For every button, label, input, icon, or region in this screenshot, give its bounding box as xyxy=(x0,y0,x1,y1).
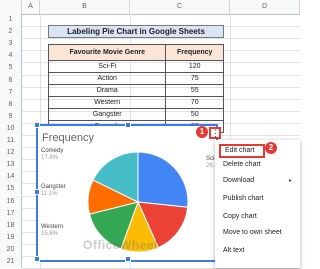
cell-genre[interactable]: Action xyxy=(47,72,167,85)
label-western: Western 15.6% xyxy=(41,224,63,238)
row-header-7[interactable]: 7 xyxy=(0,86,22,99)
cell-frequency[interactable]: 120 xyxy=(165,60,224,73)
pie-slice-scifi[interactable] xyxy=(137,151,189,208)
column-header-c[interactable]: C xyxy=(130,0,230,14)
corner-cell[interactable] xyxy=(0,0,22,14)
row-header-8[interactable]: 8 xyxy=(0,98,22,111)
chart-context-menu: Edit chart Delete chart Download ▸ Publi… xyxy=(215,140,300,268)
table-row: Western 70 xyxy=(47,96,224,109)
label-comedy-name: Comedy xyxy=(41,148,64,154)
step-badge-1: 1 xyxy=(196,126,208,138)
cell-genre[interactable]: Western xyxy=(47,96,167,109)
table-row: Drama 55 xyxy=(47,84,224,97)
label-western-name: Western xyxy=(41,224,64,230)
menu-item-move-to-own-sheet[interactable]: Move to own sheet xyxy=(215,226,300,240)
label-gangster: Gangster 11.1% xyxy=(41,184,66,198)
chart-more-options-button[interactable]: ⋮ xyxy=(209,127,221,139)
resize-handle[interactable] xyxy=(34,189,40,195)
row-header-17[interactable]: 17 xyxy=(0,207,22,220)
cell-genre[interactable]: Gangster xyxy=(47,108,167,121)
data-table: Favourite Movie Genre Frequency Sci-Fi 12… xyxy=(47,44,224,133)
column-header-bar: A B C D xyxy=(0,0,300,15)
resize-handle[interactable] xyxy=(34,122,40,128)
label-gangster-name: Gangster xyxy=(41,184,66,190)
resize-handle[interactable] xyxy=(125,256,131,262)
row-header-16[interactable]: 16 xyxy=(0,195,22,208)
row-header-3[interactable]: 3 xyxy=(0,38,22,51)
watermark: OfficeWheel xyxy=(83,238,158,252)
sheet-title-cell[interactable]: Labeling Pie Chart in Google Sheets xyxy=(48,25,224,38)
row-header-19[interactable]: 19 xyxy=(0,231,22,244)
row-header-12[interactable]: 12 xyxy=(0,147,22,160)
menu-item-download[interactable]: Download ▸ xyxy=(215,174,300,188)
label-western-pct: 15.6% xyxy=(41,231,59,237)
submenu-arrow-icon: ▸ xyxy=(288,178,292,184)
column-header-a[interactable]: A xyxy=(22,0,40,14)
resize-handle[interactable] xyxy=(125,122,131,128)
label-comedy: Comedy 17.8% xyxy=(41,148,63,162)
cell-frequency[interactable]: 50 xyxy=(165,108,224,121)
chart-title: Frequency xyxy=(42,132,94,144)
table-header-row: Favourite Movie Genre Frequency xyxy=(47,44,224,61)
row-header-6[interactable]: 6 xyxy=(0,74,22,87)
row-header-13[interactable]: 13 xyxy=(0,159,22,172)
cell-genre[interactable]: Drama xyxy=(47,84,167,97)
row-header-4[interactable]: 4 xyxy=(0,50,22,63)
grid-line xyxy=(22,38,300,40)
row-header-2[interactable]: 2 xyxy=(0,26,22,39)
cell-genre[interactable]: Sci-Fi xyxy=(47,60,167,73)
row-header-9[interactable]: 9 xyxy=(0,110,22,123)
row-header-15[interactable]: 15 xyxy=(0,183,22,196)
table-row: Action 75 xyxy=(47,72,224,85)
label-gangster-pct: 11.1% xyxy=(41,191,58,197)
row-header-1[interactable]: 1 xyxy=(0,14,22,27)
menu-item-delete-chart[interactable]: Delete chart xyxy=(215,158,300,172)
row-header-20[interactable]: 20 xyxy=(0,243,22,256)
column-header-d[interactable]: D xyxy=(230,0,300,14)
row-header-10[interactable]: 10 xyxy=(0,122,22,135)
column-header-b[interactable]: B xyxy=(40,0,130,14)
header-frequency[interactable]: Frequency xyxy=(165,44,224,61)
step-badge-2: 2 xyxy=(265,142,277,154)
pie-chart-object[interactable]: Frequency Comedy 17.8% Gangster 11.1% We… xyxy=(34,122,218,262)
label-comedy-pct: 17.8% xyxy=(41,155,59,161)
row-header-14[interactable]: 14 xyxy=(0,171,22,184)
resize-handle[interactable] xyxy=(34,256,40,262)
menu-item-publish-chart[interactable]: Publish chart xyxy=(215,192,300,206)
row-header-11[interactable]: 11 xyxy=(0,135,22,148)
table-row: Sci-Fi 120 xyxy=(47,60,224,73)
row-header-5[interactable]: 5 xyxy=(0,62,22,75)
row-header-21[interactable]: 21 xyxy=(0,256,22,269)
menu-item-edit-chart[interactable]: Edit chart xyxy=(219,144,265,158)
menu-item-copy-chart[interactable]: Copy chart xyxy=(215,210,300,224)
menu-item-download-label: Download xyxy=(223,177,255,184)
cell-frequency[interactable]: 75 xyxy=(165,72,224,85)
cell-frequency[interactable]: 55 xyxy=(165,84,224,97)
cell-frequency[interactable]: 70 xyxy=(165,96,224,109)
header-genre[interactable]: Favourite Movie Genre xyxy=(47,44,167,61)
table-row: Gangster 50 xyxy=(47,108,224,121)
row-header-18[interactable]: 18 xyxy=(0,219,22,232)
menu-item-alt-text[interactable]: Alt text xyxy=(215,244,300,258)
